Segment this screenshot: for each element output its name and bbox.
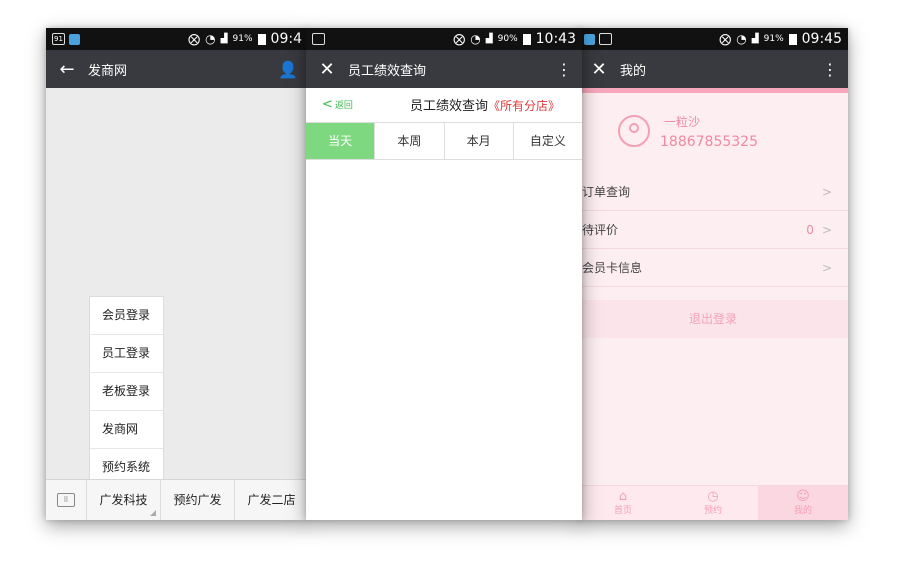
- status-time: 09:45: [801, 31, 842, 47]
- menu-item-member-login[interactable]: 会员登录: [90, 297, 163, 335]
- keyboard-toggle[interactable]: ⠿: [46, 480, 87, 520]
- photo-icon: [584, 33, 595, 45]
- tab-label: 首页: [613, 506, 632, 516]
- tab-mine[interactable]: ☺ 我的: [758, 486, 848, 520]
- status-bar: ⨂ ◔ ▟ 90% 10:43: [306, 28, 582, 50]
- menu-row-order-query[interactable]: 订单查询 >: [578, 173, 848, 211]
- back-arrow-icon[interactable]: ←: [56, 59, 78, 80]
- submenu-indicator-icon: [150, 510, 156, 516]
- status-time: 10:43: [535, 31, 576, 47]
- mute-icon: ⨂: [453, 32, 466, 46]
- title-bar: ✕ 我的 ⋮: [578, 50, 848, 88]
- clock-icon: ◷: [707, 489, 719, 504]
- chevron-left-icon: <: [322, 96, 333, 112]
- bottom-tab-booking[interactable]: 预约广发: [161, 480, 235, 520]
- mute-icon: ⨂: [188, 32, 201, 46]
- menu-item-fashangwang[interactable]: 发商网: [90, 411, 163, 449]
- avatar-icon: [618, 115, 650, 147]
- status-bar: ⨂ ◔ ▟ 91% 09:45: [578, 28, 848, 50]
- screen-my-account: ⨂ ◔ ▟ 91% 09:45 ✕ 我的 ⋮ 一粒沙 18867855325 订…: [578, 28, 848, 520]
- close-icon[interactable]: ✕: [588, 59, 610, 80]
- keyboard-icon: ⠿: [57, 493, 75, 507]
- report-title: 员工绩效查询《所有分店》: [410, 95, 560, 114]
- menu-item-staff-login[interactable]: 员工登录: [90, 335, 163, 373]
- back-link[interactable]: < 返回: [322, 97, 353, 112]
- page-header: < 返回 员工绩效查询《所有分店》: [306, 88, 582, 120]
- pending-count: 0: [806, 222, 814, 237]
- page-title: 发商网: [88, 63, 128, 79]
- notification-badge: 91: [52, 33, 65, 45]
- menu-row-label: 会员卡信息: [582, 261, 643, 275]
- chevron-right-icon: 0 >: [806, 222, 832, 237]
- page-title: 我的: [620, 63, 647, 79]
- menu-row-member-card[interactable]: 会员卡信息 >: [578, 249, 848, 287]
- signal-icon: ▟: [220, 34, 228, 44]
- tab-booking[interactable]: ◷ 预约: [668, 486, 758, 520]
- user-phone: 18867855325: [660, 133, 758, 150]
- user-name: 一粒沙: [664, 114, 701, 129]
- battery-icon: [257, 33, 266, 45]
- tab-bar: ⌂ 首页 ◷ 预约 ☺ 我的: [578, 485, 848, 520]
- person-icon[interactable]: 👤: [278, 60, 298, 79]
- battery-icon: [522, 33, 531, 45]
- tab-this-week[interactable]: 本周: [375, 123, 445, 159]
- more-menu-icon[interactable]: ⋮: [822, 60, 838, 79]
- branch-selector[interactable]: 《所有分店》: [488, 99, 560, 113]
- chevron-right-icon: >: [821, 260, 832, 275]
- signal-icon: ▟: [485, 34, 493, 44]
- menu-row-label: 订单查询: [582, 185, 631, 199]
- battery-percent: 91%: [232, 34, 253, 44]
- screen-staff-performance: ⨂ ◔ ▟ 90% 10:43 ✕ 员工绩效查询 ⋮ < 返回 员工绩效查询《所…: [306, 28, 582, 520]
- tab-label: 预约: [703, 506, 722, 516]
- status-bar: 91 ⨂ ◔ ▟ 91% 09:4: [46, 28, 308, 50]
- tab-custom[interactable]: 自定义: [514, 123, 582, 159]
- wifi-icon: ◔: [205, 32, 216, 46]
- profile-card[interactable]: 一粒沙 18867855325: [578, 94, 848, 168]
- tab-this-month[interactable]: 本月: [445, 123, 514, 159]
- mute-icon: ⨂: [719, 32, 732, 46]
- chevron-right-icon: >: [821, 184, 832, 199]
- status-time: 09:4: [270, 31, 302, 47]
- bottom-tab-label: 广发科技: [99, 493, 148, 507]
- logout-button[interactable]: 退出登录: [578, 300, 848, 338]
- close-icon[interactable]: ✕: [316, 59, 338, 80]
- home-icon: ⌂: [618, 489, 628, 504]
- bottom-tab-guangfa-tech[interactable]: 广发科技: [87, 480, 161, 520]
- battery-icon: [788, 33, 797, 45]
- wifi-icon: ◔: [736, 32, 747, 46]
- bottom-menu: ⠿ 广发科技 预约广发 广发二店: [46, 479, 308, 520]
- report-title-text: 员工绩效查询: [409, 98, 488, 114]
- user-icon: ☺: [796, 489, 810, 504]
- signal-icon: ▟: [751, 34, 759, 44]
- popup-menu: 会员登录 员工登录 老板登录 发商网 预约系统: [89, 296, 164, 487]
- title-bar: ← 发商网 👤: [46, 50, 308, 88]
- tab-home[interactable]: ⌂ 首页: [578, 486, 668, 520]
- period-tabs: 当天 本周 本月 自定义: [306, 122, 582, 160]
- battery-percent: 90%: [497, 34, 518, 44]
- screen-fashangwang: 91 ⨂ ◔ ▟ 91% 09:4 ← 发商网 👤 会员登录 员工登录 老板登录…: [46, 28, 308, 520]
- menu-row-pending-review[interactable]: 待评价 0 >: [578, 211, 848, 249]
- wifi-icon: ◔: [470, 32, 481, 46]
- more-menu-icon[interactable]: ⋮: [556, 60, 572, 79]
- page-title: 员工绩效查询: [348, 63, 427, 79]
- image-icon: [312, 33, 325, 45]
- title-bar: ✕ 员工绩效查询 ⋮: [306, 50, 582, 88]
- menu-item-boss-login[interactable]: 老板登录: [90, 373, 163, 411]
- battery-percent: 91%: [763, 34, 784, 44]
- menu-row-label: 待评价: [582, 223, 619, 237]
- back-label: 返回: [334, 100, 353, 111]
- photo-icon: [69, 33, 80, 45]
- account-menu: 订单查询 > 待评价 0 > 会员卡信息 >: [578, 173, 848, 287]
- tab-label: 我的: [793, 506, 812, 516]
- accent-strip: [578, 88, 848, 93]
- image-icon: [599, 33, 612, 45]
- bottom-tab-store-2[interactable]: 广发二店: [235, 480, 308, 520]
- tab-today[interactable]: 当天: [306, 123, 376, 159]
